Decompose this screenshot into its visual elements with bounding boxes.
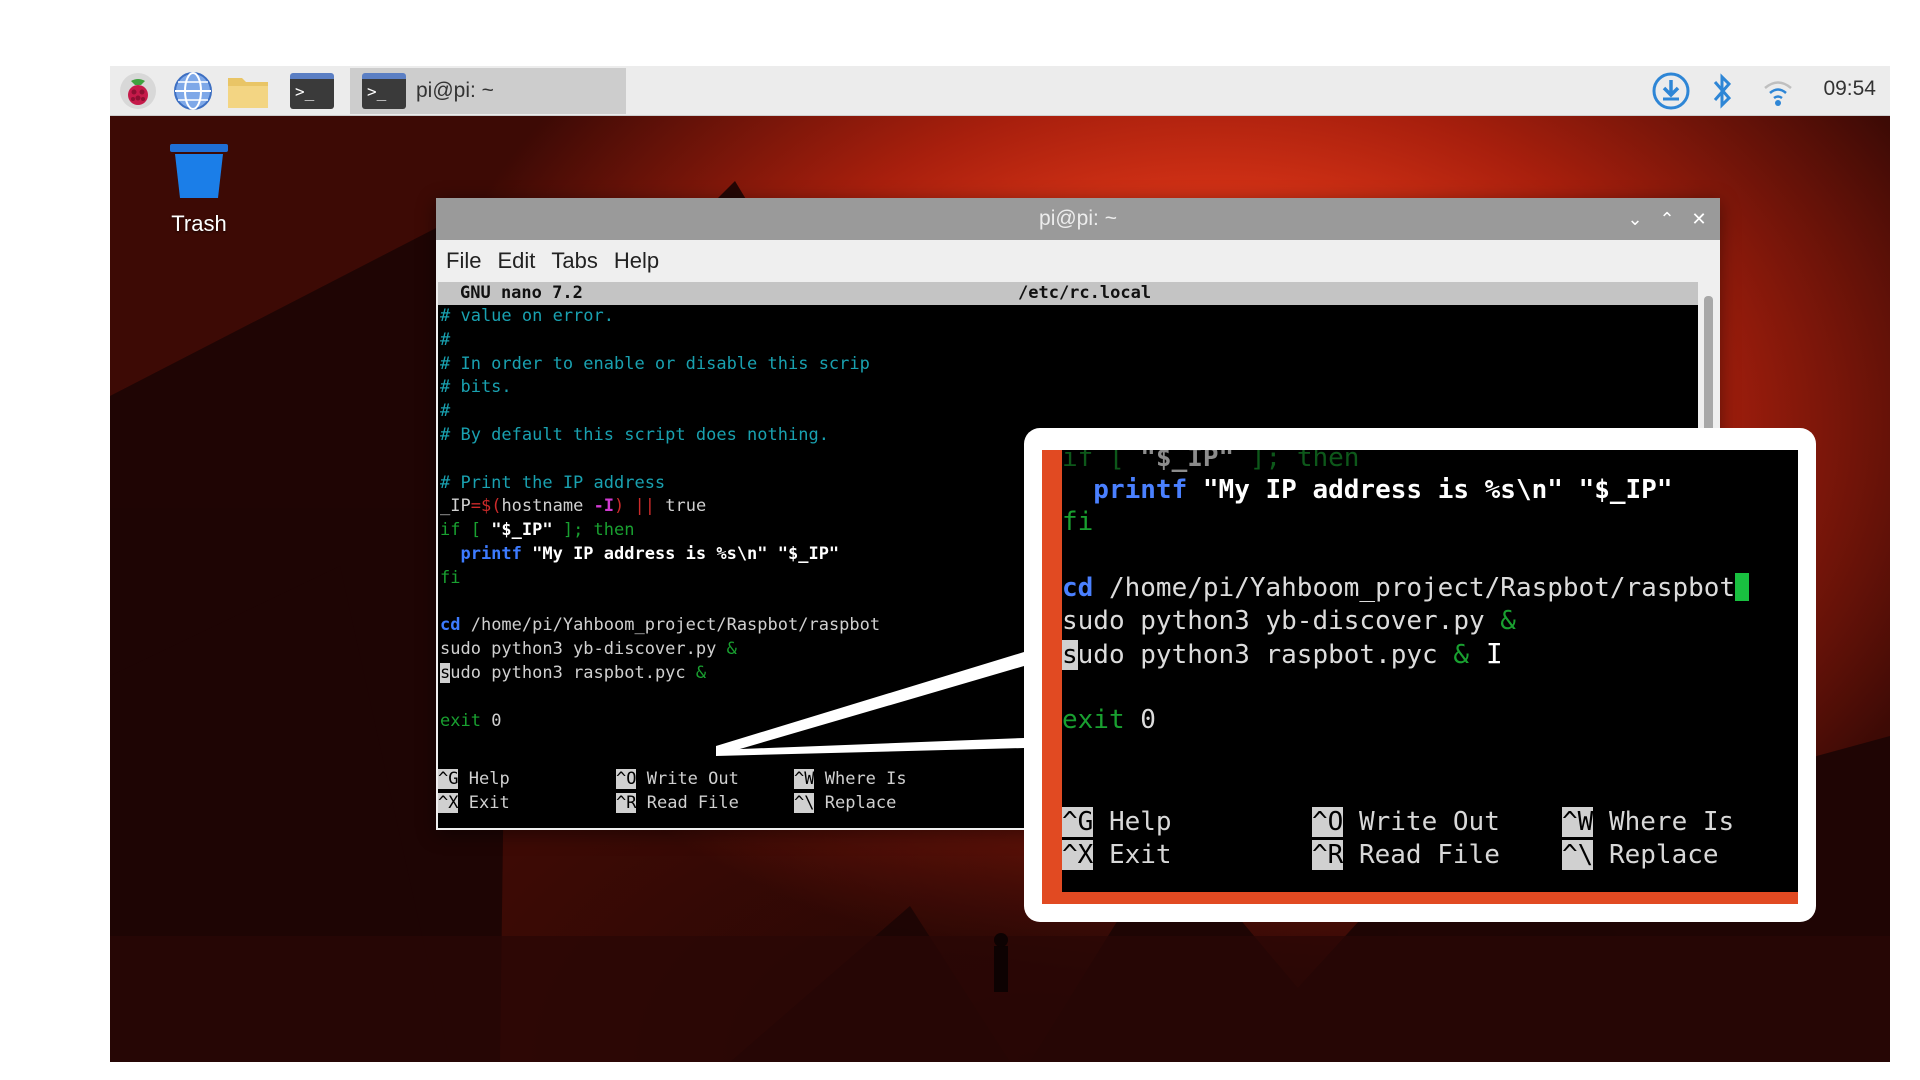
zoom-line: cd /home/pi/Yahboom_project/Raspbot/rasp…: [1062, 572, 1750, 604]
zoom-shortcut-where-is: ^W Where Is: [1562, 807, 1735, 837]
zoom-line: printf "My IP address is %s\n" "$_IP": [1062, 475, 1673, 505]
zoom-shortcut-write-out: ^O Write Out: [1312, 807, 1500, 837]
zoom-line: exit 0: [1062, 705, 1156, 735]
zoom-line: fi: [1062, 507, 1094, 537]
zoom-shortcut-read-file: ^R Read File: [1312, 840, 1500, 870]
zoom-line: if [ "$_IP" ]; then: [1062, 450, 1360, 473]
zoom-shortcut-help: ^G Help: [1062, 807, 1172, 837]
zoom-shortcut-replace: ^\ Replace: [1562, 840, 1719, 870]
ibeam-cursor-icon: I: [1469, 637, 1503, 670]
zoomed-terminal: if [ "$_IP" ]; then printf "My IP addres…: [1042, 450, 1798, 904]
zoom-line: sudo python3 raspbot.pyc & I: [1062, 637, 1503, 670]
zoom-callout: if [ "$_IP" ]; then printf "My IP addres…: [1024, 428, 1816, 922]
zoom-shortcut-exit: ^X Exit: [1062, 840, 1172, 870]
zoom-line: sudo python3 yb-discover.py &: [1062, 606, 1516, 636]
terminal-cursor: [1735, 573, 1750, 601]
